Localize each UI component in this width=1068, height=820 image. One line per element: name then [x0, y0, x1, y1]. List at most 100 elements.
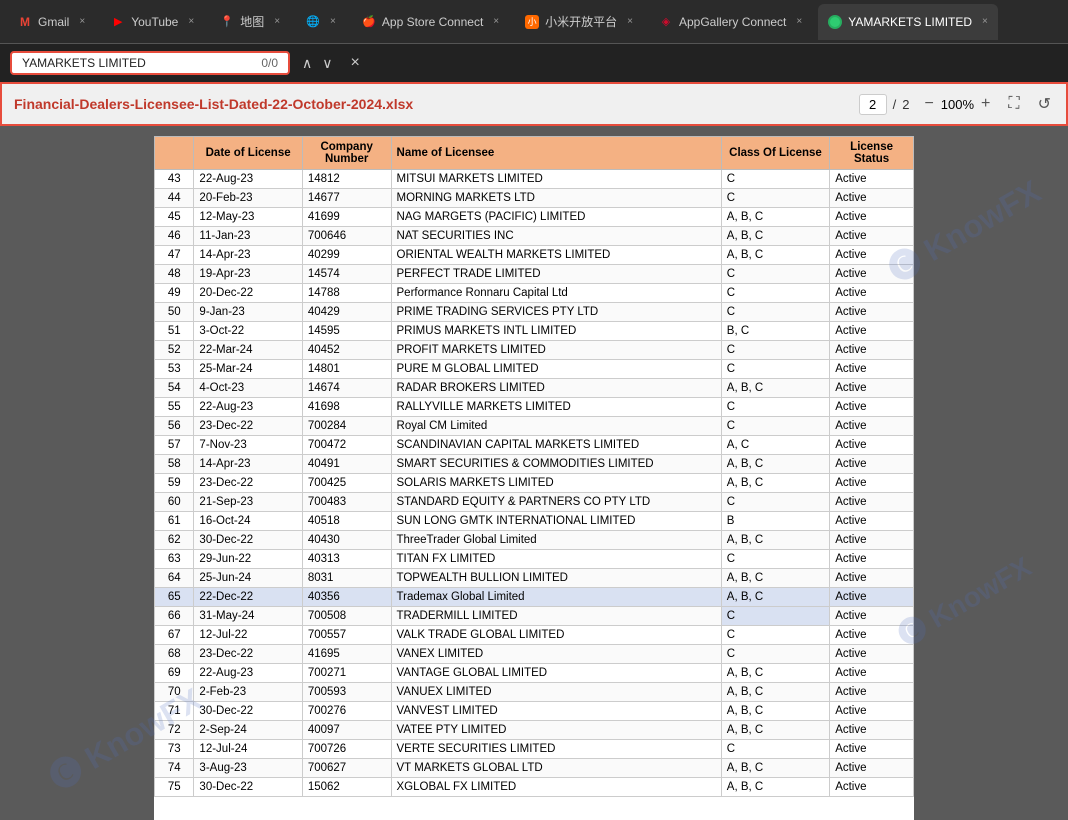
- tab-appstore-close[interactable]: ×: [493, 16, 499, 27]
- maps-icon: 📍: [220, 15, 234, 29]
- cell-class: C: [721, 303, 829, 322]
- table-row: 5623-Dec-22700284Royal CM LimitedCActive: [155, 417, 914, 436]
- cell-status: Active: [830, 702, 914, 721]
- cell-num: 56: [155, 417, 194, 436]
- table-row: 7530-Dec-2215062XGLOBAL FX LIMITEDA, B, …: [155, 778, 914, 797]
- youtube-icon: ▶: [111, 15, 125, 29]
- tab-appgallery[interactable]: ◈ AppGallery Connect ×: [649, 4, 812, 40]
- zoom-control: − 100% +: [921, 95, 993, 113]
- search-count: 0/0: [261, 56, 278, 70]
- page-input[interactable]: [859, 94, 887, 115]
- cell-date: 3-Oct-22: [194, 322, 302, 341]
- cell-date: 14-Apr-23: [194, 455, 302, 474]
- search-text: YAMARKETS LIMITED: [22, 56, 146, 70]
- cell-company: 41695: [302, 645, 391, 664]
- cell-date: 14-Apr-23: [194, 246, 302, 265]
- tab-maps[interactable]: 📍 地图 ×: [210, 4, 290, 40]
- tab-yamarkets[interactable]: YAMARKETS LIMITED ×: [818, 4, 998, 40]
- cell-name: SOLARIS MARKETS LIMITED: [391, 474, 721, 493]
- col-header-num: [155, 137, 194, 170]
- cell-name: PRIME TRADING SERVICES PTY LTD: [391, 303, 721, 322]
- search-close-button[interactable]: ×: [345, 52, 366, 74]
- cell-status: Active: [830, 189, 914, 208]
- table-row: 6631-May-24700508TRADERMILL LIMITEDCActi…: [155, 607, 914, 626]
- search-next-button[interactable]: ∨: [318, 53, 336, 74]
- cell-class: A, B, C: [721, 474, 829, 493]
- cell-num: 71: [155, 702, 194, 721]
- table-row: 722-Sep-2440097VATEE PTY LIMITEDA, B, CA…: [155, 721, 914, 740]
- cell-name: VANUEX LIMITED: [391, 683, 721, 702]
- cell-num: 45: [155, 208, 194, 227]
- fit-page-button[interactable]: ⛶: [1005, 95, 1022, 113]
- toolbar: Financial-Dealers-Licensee-List-Dated-22…: [0, 82, 1068, 126]
- cell-company: 40452: [302, 341, 391, 360]
- cell-class: C: [721, 493, 829, 512]
- cell-name: PRIMUS MARKETS INTL LIMITED: [391, 322, 721, 341]
- cell-name: SCANDINAVIAN CAPITAL MARKETS LIMITED: [391, 436, 721, 455]
- cell-status: Active: [830, 550, 914, 569]
- tab-xiaomi[interactable]: 小 小米开放平台 ×: [515, 4, 643, 40]
- cell-status: Active: [830, 626, 914, 645]
- search-prev-button[interactable]: ∧: [298, 53, 316, 74]
- tab-gmail[interactable]: M Gmail ×: [8, 4, 95, 40]
- cell-date: 12-May-23: [194, 208, 302, 227]
- cell-date: 25-Mar-24: [194, 360, 302, 379]
- cell-class: C: [721, 740, 829, 759]
- tab-youtube-close[interactable]: ×: [188, 16, 194, 27]
- cell-class: C: [721, 284, 829, 303]
- cell-num: 60: [155, 493, 194, 512]
- tab-gmail-close[interactable]: ×: [79, 16, 85, 27]
- cell-company: 700593: [302, 683, 391, 702]
- tab-yamarkets-close[interactable]: ×: [982, 16, 988, 27]
- cell-status: Active: [830, 417, 914, 436]
- cell-class: A, B, C: [721, 702, 829, 721]
- cell-status: Active: [830, 227, 914, 246]
- cell-name: VANVEST LIMITED: [391, 702, 721, 721]
- cell-num: 66: [155, 607, 194, 626]
- cell-date: 22-Aug-23: [194, 398, 302, 417]
- cell-status: Active: [830, 569, 914, 588]
- cell-status: Active: [830, 322, 914, 341]
- cell-date: 16-Oct-24: [194, 512, 302, 531]
- cell-class: B: [721, 512, 829, 531]
- cell-date: 22-Mar-24: [194, 341, 302, 360]
- cell-class: C: [721, 265, 829, 284]
- cell-num: 46: [155, 227, 194, 246]
- rotate-button[interactable]: ↺: [1035, 94, 1054, 114]
- tab-xiaomi-close[interactable]: ×: [627, 16, 633, 27]
- cell-company: 14677: [302, 189, 391, 208]
- table-row: 5522-Aug-2341698RALLYVILLE MARKETS LIMIT…: [155, 398, 914, 417]
- cell-company: 14595: [302, 322, 391, 341]
- tab-appstore-label: App Store Connect: [382, 15, 483, 29]
- cell-num: 67: [155, 626, 194, 645]
- cell-name: ThreeTrader Global Limited: [391, 531, 721, 550]
- cell-num: 62: [155, 531, 194, 550]
- cell-company: 40429: [302, 303, 391, 322]
- cell-num: 64: [155, 569, 194, 588]
- cell-date: 23-Dec-22: [194, 645, 302, 664]
- cell-date: 12-Jul-24: [194, 740, 302, 759]
- cell-class: A, B, C: [721, 531, 829, 550]
- tab-globe[interactable]: 🌐 ×: [296, 4, 346, 40]
- table-row: 4322-Aug-2314812MITSUI MARKETS LIMITEDCA…: [155, 170, 914, 189]
- cell-status: Active: [830, 664, 914, 683]
- cell-company: 700472: [302, 436, 391, 455]
- cell-name: PURE M GLOBAL LIMITED: [391, 360, 721, 379]
- tab-maps-close[interactable]: ×: [274, 16, 280, 27]
- tab-globe-close[interactable]: ×: [330, 16, 336, 27]
- tab-appgallery-close[interactable]: ×: [796, 16, 802, 27]
- cell-num: 75: [155, 778, 194, 797]
- spreadsheet: Date of License Company Number Name of L…: [154, 136, 914, 820]
- zoom-in-button[interactable]: +: [978, 95, 993, 113]
- cell-class: A, B, C: [721, 759, 829, 778]
- tab-appstore[interactable]: 🍎 App Store Connect ×: [352, 4, 509, 40]
- search-box[interactable]: YAMARKETS LIMITED 0/0: [10, 51, 290, 75]
- cell-status: Active: [830, 683, 914, 702]
- cell-company: 14574: [302, 265, 391, 284]
- zoom-out-button[interactable]: −: [921, 95, 936, 113]
- tab-youtube[interactable]: ▶ YouTube ×: [101, 4, 204, 40]
- cell-class: C: [721, 417, 829, 436]
- cell-class: A, B, C: [721, 455, 829, 474]
- cell-class: C: [721, 645, 829, 664]
- cell-date: 4-Oct-23: [194, 379, 302, 398]
